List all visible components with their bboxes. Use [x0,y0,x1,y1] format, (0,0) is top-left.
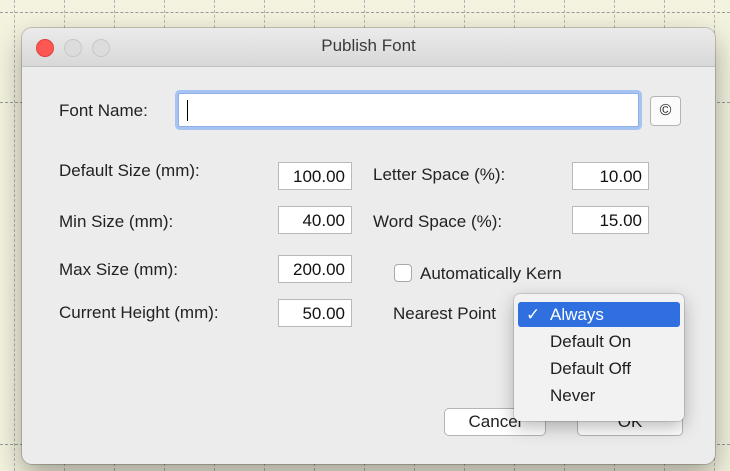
title-bar: Publish Font [22,28,715,67]
min-size-field[interactable]: 40.00 [278,206,352,234]
max-size-field[interactable]: 200.00 [278,255,352,283]
font-name-input[interactable] [178,93,639,127]
menu-item-label: Default On [550,332,632,351]
auto-kern-label: Automatically Kern [420,264,562,283]
auto-kern-checkbox[interactable] [394,264,412,282]
min-size-label: Min Size (mm): [59,212,174,231]
menu-item-label: Always [550,305,604,324]
menu-item-always[interactable]: ✓ Always [518,302,680,327]
current-height-label: Current Height (mm): [59,303,219,322]
menu-item-label: Default Off [550,359,631,378]
text-caret [187,100,188,121]
dialog-title: Publish Font [321,36,416,55]
default-size-label: Default Size (mm): [59,161,200,180]
font-name-label: Font Name: [59,101,148,120]
menu-item-default-off[interactable]: Default Off [518,356,680,381]
nearest-point-menu: ✓ Always Default On Default Off Never [514,294,684,421]
menu-item-default-on[interactable]: Default On [518,329,680,354]
letter-space-field[interactable]: 10.00 [572,162,649,190]
menu-item-label: Never [550,386,596,405]
nearest-point-label: Nearest Point [393,304,496,323]
letter-space-label: Letter Space (%): [373,165,506,184]
max-size-label: Max Size (mm): [59,260,178,279]
current-height-field[interactable]: 50.00 [278,299,352,327]
default-size-field[interactable]: 100.00 [278,162,352,190]
publish-font-dialog: Publish Font Font Name: © Default Size (… [22,28,715,464]
copyright-button[interactable]: © [650,96,681,126]
menu-item-never[interactable]: Never [518,383,680,408]
checkmark-icon: ✓ [526,305,541,324]
word-space-field[interactable]: 15.00 [572,206,649,234]
word-space-label: Word Space (%): [373,212,503,231]
